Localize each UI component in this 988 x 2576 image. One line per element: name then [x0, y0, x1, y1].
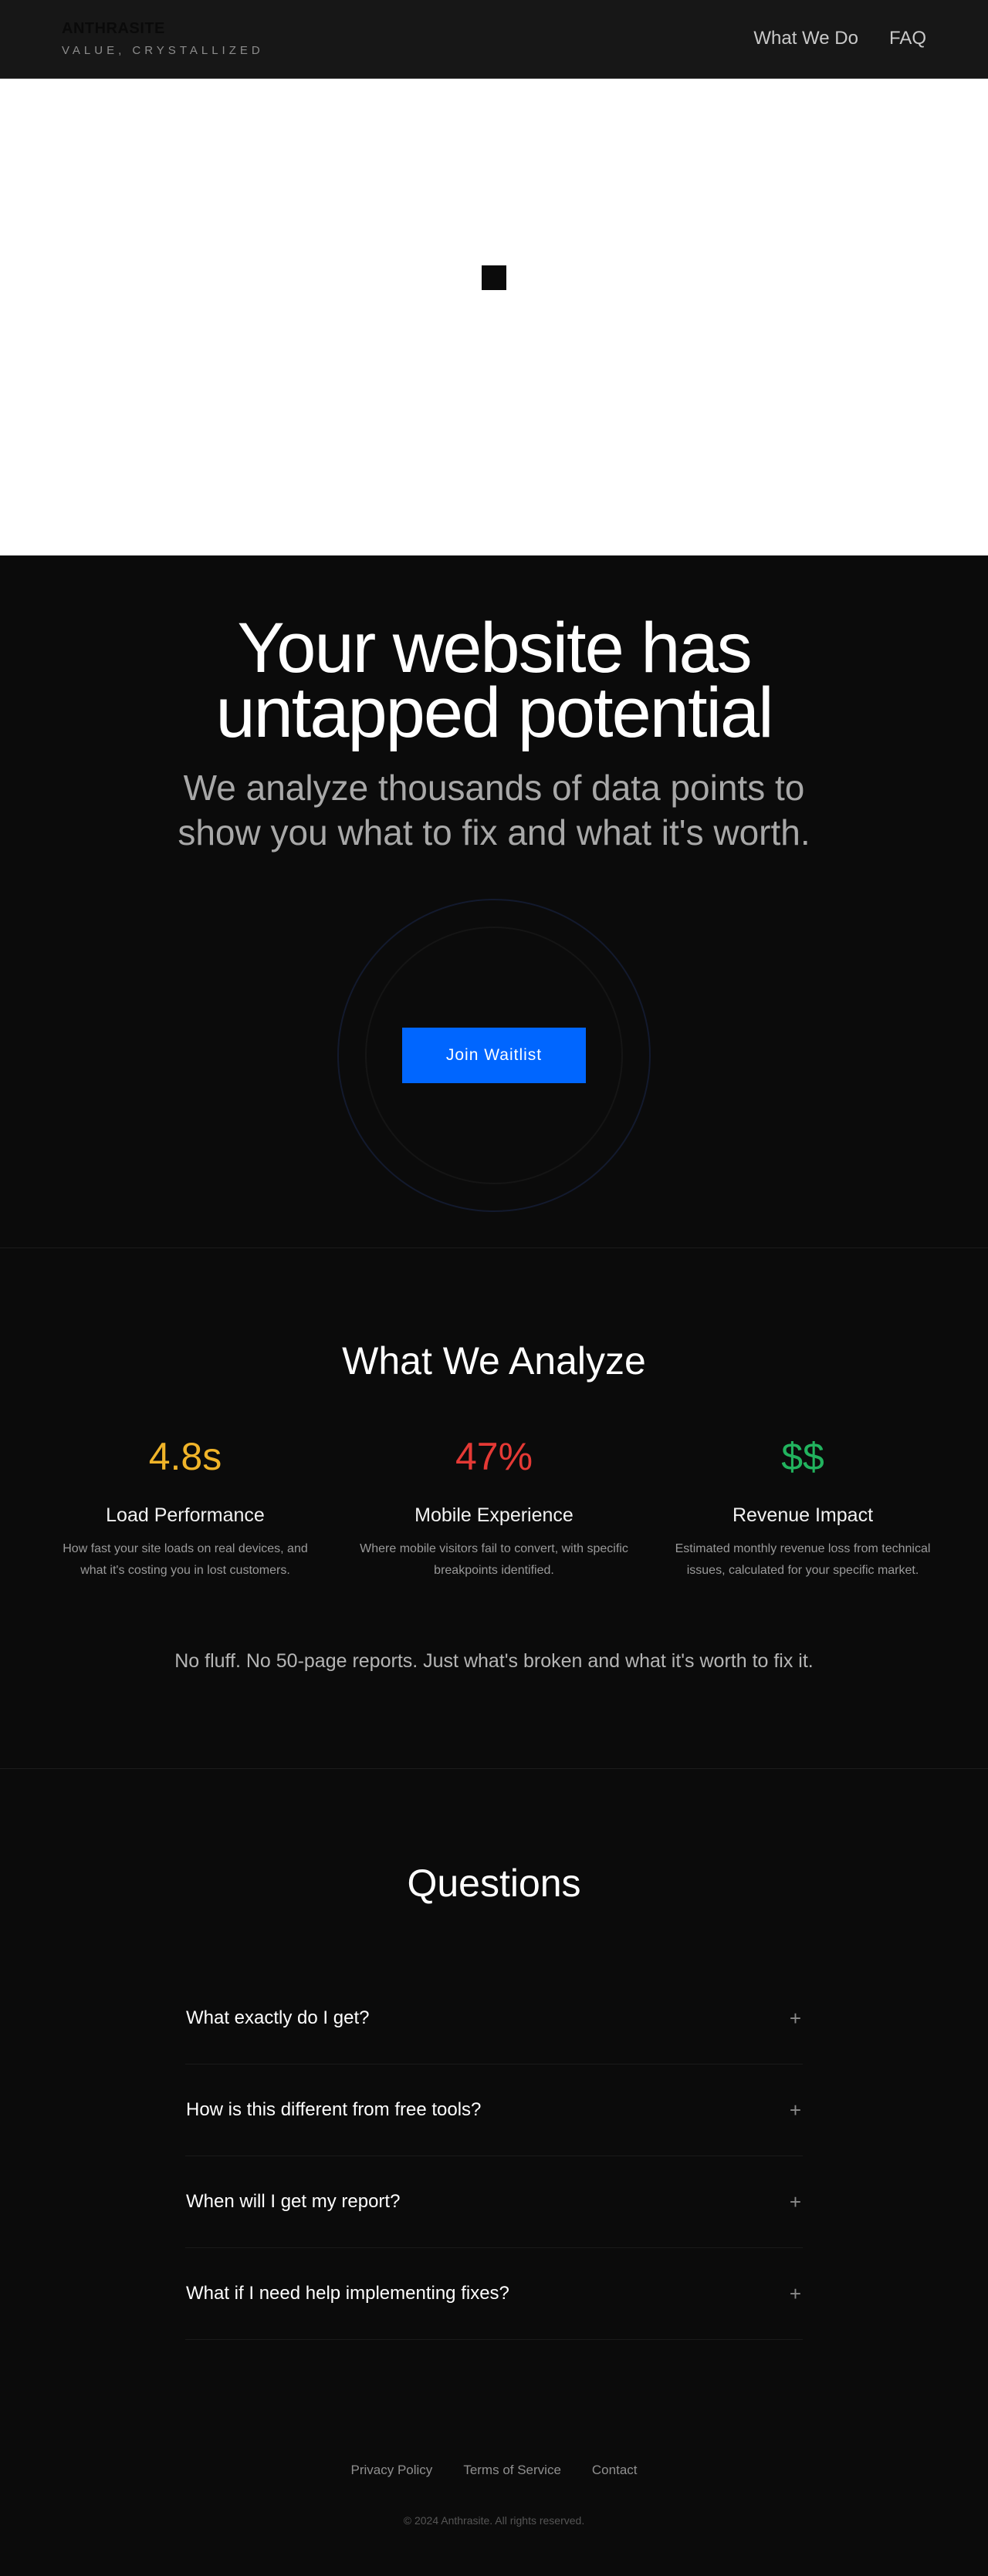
- site-header: ANTHRASITE VALUE, CRYSTALLIZED What We D…: [0, 0, 988, 79]
- footer-link-privacy-policy[interactable]: Privacy Policy: [351, 2462, 433, 2479]
- faq-question: What exactly do I get?: [186, 2007, 370, 2028]
- hero-section: Your website has untapped potential We a…: [0, 555, 988, 1248]
- plus-icon[interactable]: +: [790, 2007, 803, 2031]
- faq-item[interactable]: When will I get my report? +: [185, 2156, 803, 2248]
- plus-icon[interactable]: +: [790, 2282, 803, 2306]
- footer-links: Privacy Policy Terms of Service Contact: [0, 2462, 988, 2479]
- analysis-cards: 4.8s Load Performance How fast your site…: [31, 1433, 957, 1582]
- section-title: Questions: [407, 1862, 581, 1905]
- plus-icon[interactable]: +: [790, 2190, 803, 2214]
- card-title: Load Performance: [106, 1504, 265, 1526]
- hero-subtitle: We analyze thousands of data points to s…: [178, 768, 810, 852]
- brand-name: ANTHRASITE: [62, 20, 165, 37]
- site-footer: Privacy Policy Terms of Service Contact …: [0, 2392, 988, 2576]
- canvas-square: [482, 265, 506, 290]
- card-description: How fast your site loads on real devices…: [63, 1542, 308, 1577]
- faq-item[interactable]: What if I need help implementing fixes? …: [185, 2248, 803, 2340]
- brand[interactable]: ANTHRASITE VALUE, CRYSTALLIZED: [62, 19, 264, 59]
- hero-title: Your website has untapped potential: [0, 613, 988, 748]
- plus-icon[interactable]: +: [790, 2098, 803, 2122]
- section-title: What We Analyze: [342, 1339, 646, 1383]
- footer-link-contact[interactable]: Contact: [592, 2462, 638, 2479]
- nav-link-faq[interactable]: FAQ: [889, 26, 926, 51]
- card-metric: 47%: [455, 1435, 533, 1478]
- faq-item[interactable]: How is this different from free tools? +: [185, 2065, 803, 2156]
- main-nav: What We Do FAQ: [753, 26, 926, 51]
- card-title: Revenue Impact: [732, 1504, 874, 1526]
- analyze-tagline: No fluff. No 50-page reports. Just what'…: [174, 1650, 814, 1672]
- copyright: © 2024 Anthrasite. All rights reserved.: [403, 2514, 585, 2527]
- join-waitlist-button[interactable]: Join Waitlist: [402, 1028, 586, 1083]
- card-description: Where mobile visitors fail to convert, w…: [360, 1542, 628, 1577]
- nav-link-what-we-do[interactable]: What We Do: [753, 26, 858, 51]
- faq-list: What exactly do I get? + How is this dif…: [185, 1973, 803, 2340]
- footer-link-terms-of-service[interactable]: Terms of Service: [463, 2462, 561, 2479]
- faq-item[interactable]: What exactly do I get? +: [185, 1973, 803, 2065]
- faq-question: How is this different from free tools?: [186, 2099, 482, 2120]
- card-revenue-impact: $$ Revenue Impact Estimated monthly reve…: [648, 1433, 957, 1582]
- faq-question: When will I get my report?: [186, 2191, 401, 2212]
- card-load-performance: 4.8s Load Performance How fast your site…: [31, 1433, 340, 1582]
- card-mobile-experience: 47% Mobile Experience Where mobile visit…: [340, 1433, 648, 1582]
- card-metric: 4.8s: [148, 1435, 222, 1478]
- faq-question: What if I need help implementing fixes?: [186, 2283, 509, 2304]
- brand-tagline: VALUE, CRYSTALLIZED: [62, 44, 264, 57]
- faq-section: Questions What exactly do I get? + How i…: [0, 1769, 988, 2392]
- card-metric: $$: [781, 1435, 824, 1478]
- hero-title-line-2: untapped potential: [215, 674, 773, 752]
- card-description: Estimated monthly revenue loss from tech…: [675, 1542, 931, 1577]
- hero-canvas: [0, 79, 988, 555]
- card-title: Mobile Experience: [414, 1504, 574, 1526]
- what-we-analyze-section: What We Analyze 4.8s Load Performance Ho…: [0, 1248, 988, 1769]
